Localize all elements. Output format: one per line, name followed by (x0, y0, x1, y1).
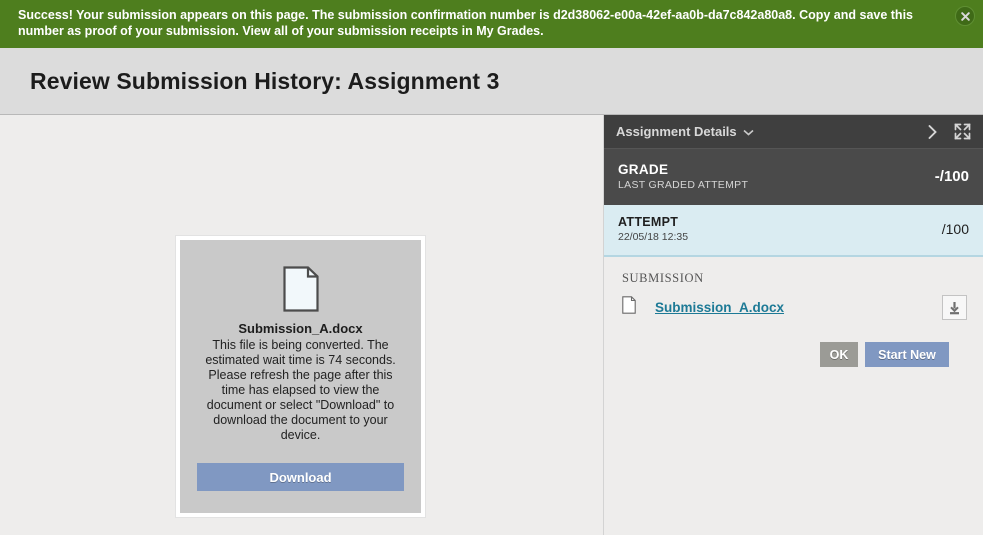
page-title: Review Submission History: Assignment 3 (30, 67, 500, 94)
submission-file-link[interactable]: Submission_A.docx (655, 300, 784, 315)
fullscreen-expand-icon[interactable] (954, 123, 971, 140)
grade-title: GRADE (618, 161, 669, 177)
download-file-button[interactable] (942, 295, 967, 320)
document-icon (282, 266, 319, 312)
grade-row: GRADE LAST GRADED ATTEMPT -/100 (604, 149, 983, 205)
conversion-message: This file is being converted. The estima… (205, 338, 396, 442)
document-icon (622, 296, 636, 319)
download-button[interactable]: Download (197, 463, 404, 491)
document-preview-area: Submission_A.docx This file is being con… (0, 115, 604, 535)
page-body: Submission_A.docx This file is being con… (0, 115, 983, 535)
page-title-bar: Review Submission History: Assignment 3 (0, 48, 983, 115)
assignment-details-panel: Assignment Details GRADE LAST GRADED ATT… (604, 115, 983, 535)
attempt-title: ATTEMPT (618, 215, 679, 229)
attempt-score: /100 (941, 221, 969, 237)
banner-close-button[interactable] (955, 6, 975, 26)
submission-section: SUBMISSION Submission_A.docx OK Start Ne… (604, 257, 983, 367)
chevron-down-icon[interactable] (743, 123, 754, 141)
grade-score: -/100 (934, 167, 969, 185)
panel-actions: OK Start New (622, 342, 967, 367)
download-icon (950, 301, 959, 314)
attempt-date: 22/05/18 12:35 (618, 231, 689, 243)
panel-header: Assignment Details (604, 115, 983, 149)
success-banner: Success! Your submission appears on this… (0, 0, 983, 48)
attempt-row[interactable]: ATTEMPT 22/05/18 12:35 /100 (604, 205, 983, 257)
submission-file-row: Submission_A.docx (622, 295, 967, 320)
submission-label: SUBMISSION (622, 271, 704, 285)
grade-subtitle: LAST GRADED ATTEMPT (618, 178, 749, 191)
panel-header-title: Assignment Details (616, 124, 737, 139)
chevron-right-icon[interactable] (927, 124, 938, 140)
preview-file-name: Submission_A.docx (238, 321, 363, 336)
banner-message: Success! Your submission appears on this… (18, 7, 943, 39)
my-grades-link[interactable]: View all of your submission receipts in … (242, 24, 543, 38)
attempt-labels: ATTEMPT 22/05/18 12:35 (618, 215, 942, 243)
start-new-button[interactable]: Start New (865, 342, 949, 367)
conversion-notice-card: Submission_A.docx This file is being con… (175, 235, 426, 518)
ok-button[interactable]: OK (820, 342, 858, 367)
grade-labels: GRADE LAST GRADED ATTEMPT (618, 162, 935, 191)
close-icon (960, 11, 970, 21)
